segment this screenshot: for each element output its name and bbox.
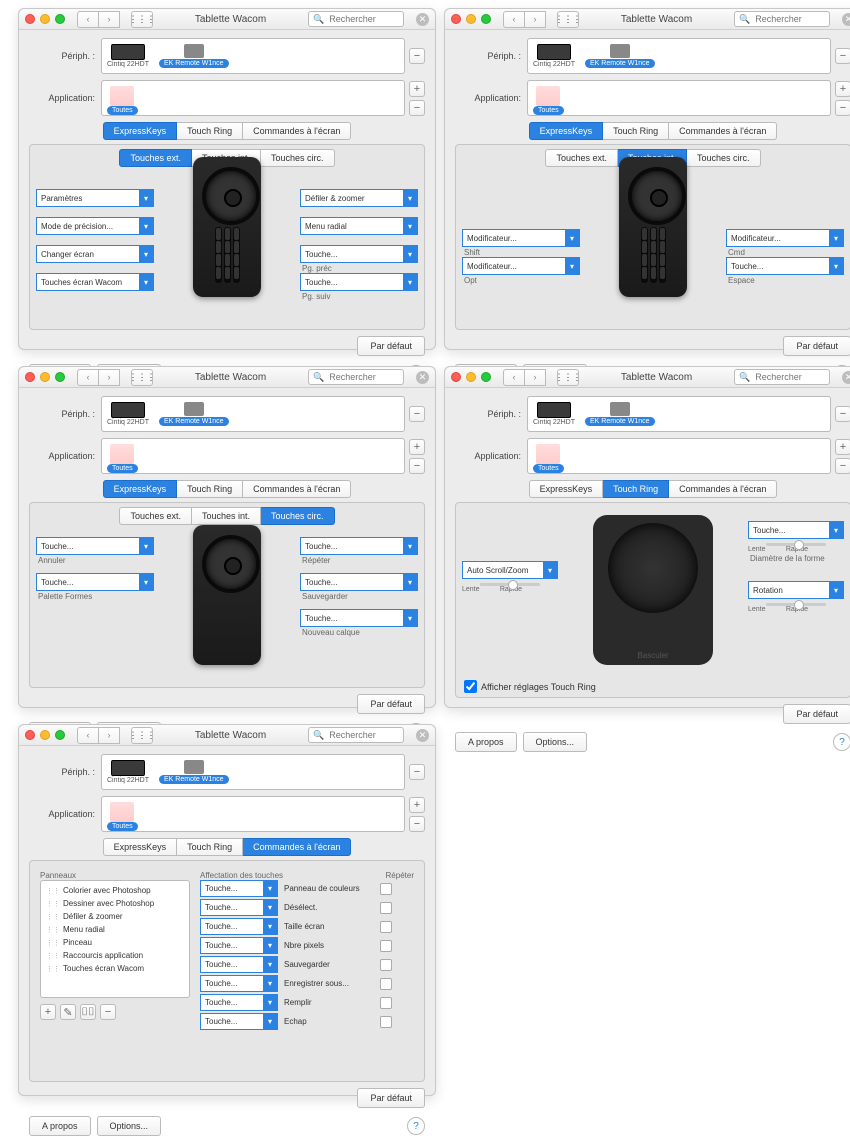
tab-circ[interactable]: Touches circ. — [261, 149, 335, 167]
app-list[interactable]: Toutes — [101, 80, 405, 116]
remove-app-button[interactable]: − — [409, 100, 425, 116]
panel-del-button[interactable]: − — [100, 1004, 116, 1020]
assign-combo[interactable]: Touche...▾ — [200, 1013, 278, 1030]
titlebar: ‹› ⋮⋮⋮ Tablette Wacom 🔍 ✕ — [19, 9, 435, 30]
main-tabs: ExpressKeys Touch Ring Commandes à l'écr… — [29, 122, 425, 140]
key-l3[interactable]: Changer écran▾ — [36, 245, 154, 263]
show-touchring-checkbox[interactable] — [464, 680, 477, 693]
default-button[interactable]: Par défaut — [357, 336, 425, 356]
assign-combo[interactable]: Touche...▾ — [200, 899, 278, 916]
list-item[interactable]: ⋮⋮Colorier avec Photoshop — [44, 884, 186, 897]
prefs-panel-ext: ‹› ⋮⋮⋮ Tablette Wacom 🔍 ✕ Périph. : Cint… — [18, 8, 436, 350]
repeat-checkbox[interactable] — [380, 978, 392, 990]
clear-search-icon[interactable]: ✕ — [416, 13, 429, 26]
key-l4[interactable]: Touches écran Wacom▾ — [36, 273, 154, 291]
search-input[interactable]: 🔍 — [308, 11, 404, 27]
assign-combo[interactable]: Touche...▾ — [200, 880, 278, 897]
list-item[interactable]: ⋮⋮Dessiner avec Photoshop — [44, 897, 186, 910]
list-item[interactable]: ⋮⋮Touches écran Wacom — [44, 962, 186, 975]
assignments-table: Touche...▾Panneau de couleursTouche...▾D… — [200, 880, 414, 1030]
tab-screen[interactable]: Commandes à l'écran — [243, 122, 351, 140]
prefs-panel-touchring: ‹›⋮⋮⋮Tablette Wacom🔍✕ Périph. :Cintiq 22… — [444, 366, 850, 708]
repeat-checkbox[interactable] — [380, 883, 392, 895]
prefs-panel-int: ‹›⋮⋮⋮Tablette Wacom🔍✕ Périph. :Cintiq 22… — [444, 8, 850, 350]
remove-device-button[interactable]: − — [409, 48, 425, 64]
assign-combo[interactable]: Touche...▾ — [200, 918, 278, 935]
key-r3[interactable]: Touche...▾ — [300, 245, 418, 263]
repeat-checkbox[interactable] — [380, 959, 392, 971]
repeat-checkbox[interactable] — [380, 997, 392, 1009]
remote-graphic — [193, 157, 261, 297]
list-item[interactable]: ⋮⋮Défiler & zoomer — [44, 910, 186, 923]
repeat-checkbox[interactable] — [380, 921, 392, 933]
list-item[interactable]: ⋮⋮Menu radial — [44, 923, 186, 936]
zoom-icon[interactable] — [55, 14, 65, 24]
device-list[interactable]: Cintiq 22HDT EK Remote W1nce — [101, 38, 405, 74]
assign-combo[interactable]: Touche...▾ — [200, 956, 278, 973]
key-r1[interactable]: Défiler & zoomer▾ — [300, 189, 418, 207]
panel-dup-button[interactable]: ⌷⌷ — [80, 1004, 96, 1020]
minimize-icon[interactable] — [40, 14, 50, 24]
forward-button[interactable]: › — [99, 11, 120, 28]
repeat-checkbox[interactable] — [380, 902, 392, 914]
key-r4[interactable]: Touche...▾ — [300, 273, 418, 291]
grid-button[interactable]: ⋮⋮⋮ — [131, 11, 153, 28]
prefs-panel-screen: ‹›⋮⋮⋮Tablette Wacom🔍✕ Périph. :Cintiq 22… — [18, 724, 436, 1096]
tab-ext[interactable]: Touches ext. — [119, 149, 192, 167]
prefs-panel-circ: ‹›⋮⋮⋮Tablette Wacom🔍✕ Périph. :Cintiq 22… — [18, 366, 436, 708]
key-l2[interactable]: Mode de précision...▾ — [36, 217, 154, 235]
panel-edit-button[interactable]: ✎ — [60, 1004, 76, 1020]
assign-combo[interactable]: Touche...▾ — [200, 975, 278, 992]
add-app-button[interactable]: + — [409, 81, 425, 97]
panel-add-button[interactable]: + — [40, 1004, 56, 1020]
key-l1[interactable]: Paramètres▾ — [36, 189, 154, 207]
panels-list[interactable]: ⋮⋮Colorier avec Photoshop⋮⋮Dessiner avec… — [40, 880, 190, 998]
tab-expresskeys[interactable]: ExpressKeys — [103, 122, 178, 140]
close-icon[interactable] — [25, 14, 35, 24]
assign-combo[interactable]: Touche...▾ — [200, 994, 278, 1011]
tab-touchring[interactable]: Touch Ring — [177, 122, 243, 140]
key-r2[interactable]: Menu radial▾ — [300, 217, 418, 235]
assign-combo[interactable]: Touche...▾ — [200, 937, 278, 954]
repeat-checkbox[interactable] — [380, 1016, 392, 1028]
repeat-checkbox[interactable] — [380, 940, 392, 952]
list-item[interactable]: ⋮⋮Raccourcis application — [44, 949, 186, 962]
window-title: Tablette Wacom — [161, 14, 300, 25]
speed-slider[interactable] — [480, 583, 540, 586]
list-item[interactable]: ⋮⋮Pinceau — [44, 936, 186, 949]
back-button[interactable]: ‹ — [77, 11, 99, 28]
